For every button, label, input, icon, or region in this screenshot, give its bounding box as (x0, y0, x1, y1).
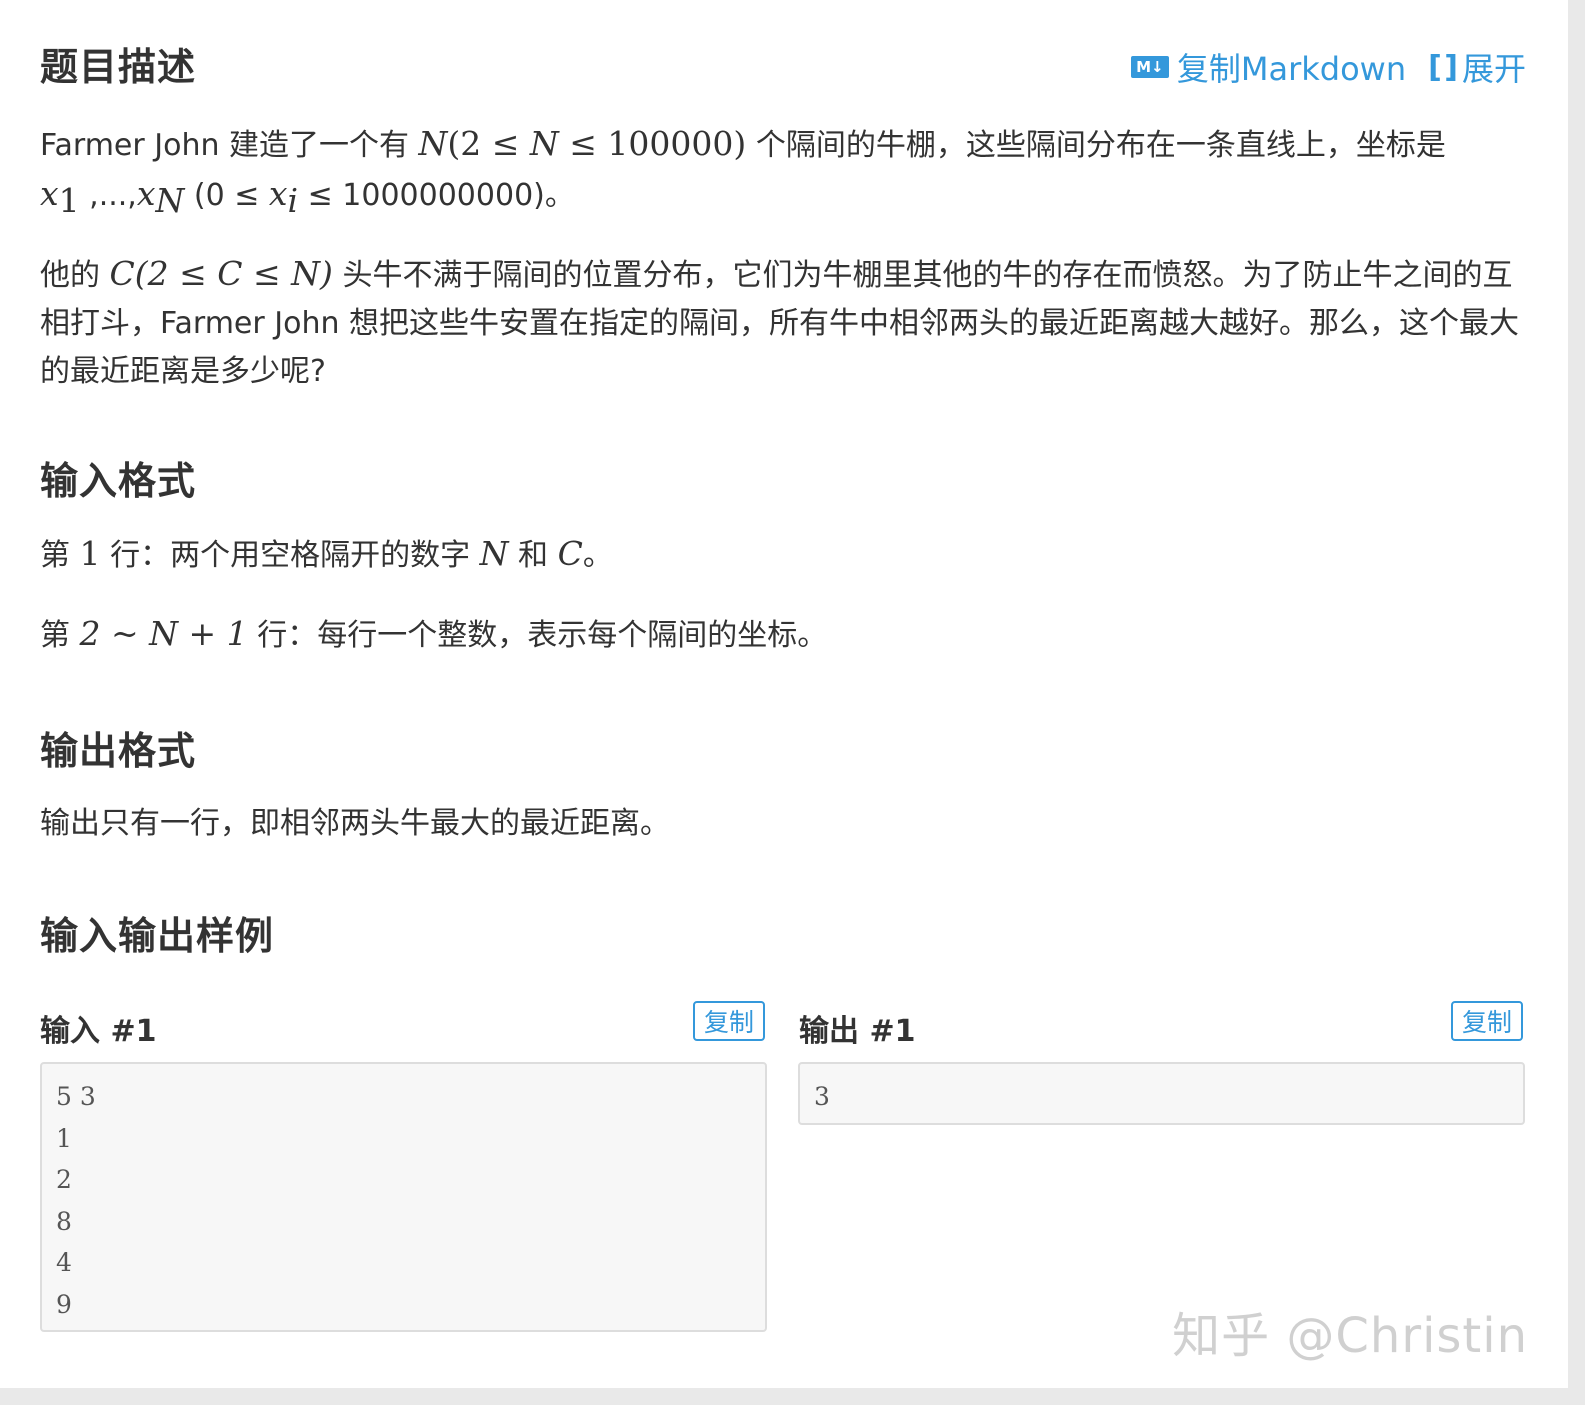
description-header: 题目描述 M↓ 复制Markdown [ ] 展开 (40, 36, 1526, 96)
problem-card: 题目描述 M↓ 复制Markdown [ ] 展开 Farmer John 建造… (0, 0, 1568, 1388)
expand-button[interactable]: [ ] 展开 (1428, 44, 1526, 90)
description-paragraph-1: Farmer John 建造了一个有 N(2 ≤ N ≤ 100000) 个隔间… (40, 124, 1446, 220)
copy-markdown-button[interactable]: M↓ 复制Markdown (1130, 44, 1407, 90)
copy-markdown-label: 复制Markdown (1176, 50, 1407, 88)
input-format-heading: 输入格式 (40, 459, 197, 503)
input-format-line-1: 第 1 行：两个用空格隔开的数字 N 和 C。 (40, 534, 613, 573)
sample-input-box[interactable]: 5 3 1 2 8 4 9 (40, 1062, 767, 1332)
watermark: 知乎 @Christin (1172, 1308, 1528, 1364)
sample-output-box[interactable]: 3 (798, 1062, 1525, 1125)
expand-label: 展开 (1461, 50, 1526, 88)
header-actions: M↓ 复制Markdown [ ] 展开 (1130, 44, 1526, 90)
expand-icon: [ ] (1428, 49, 1458, 85)
markdown-icon: M↓ (1130, 56, 1169, 78)
input-format-line-2: 第 2 ~ N + 1 行：每行一个整数，表示每个隔间的坐标。 (40, 614, 828, 653)
output-format-text: 输出只有一行，即相邻两头牛最大的最近距离。 (40, 806, 670, 841)
sample-output-label: 输出 #1 (799, 1014, 916, 1049)
samples-heading: 输入输出样例 (40, 914, 275, 958)
copy-input-button[interactable]: 复制 (693, 1001, 765, 1041)
copy-output-button[interactable]: 复制 (1451, 1001, 1523, 1041)
output-format-heading: 输出格式 (40, 729, 197, 773)
sample-input-label: 输入 #1 (40, 1014, 157, 1049)
description-paragraph-2: 他的 C(2 ≤ C ≤ N) 头牛不满于隔间的位置分布，它们为牛棚里其他的牛的… (40, 254, 1520, 389)
